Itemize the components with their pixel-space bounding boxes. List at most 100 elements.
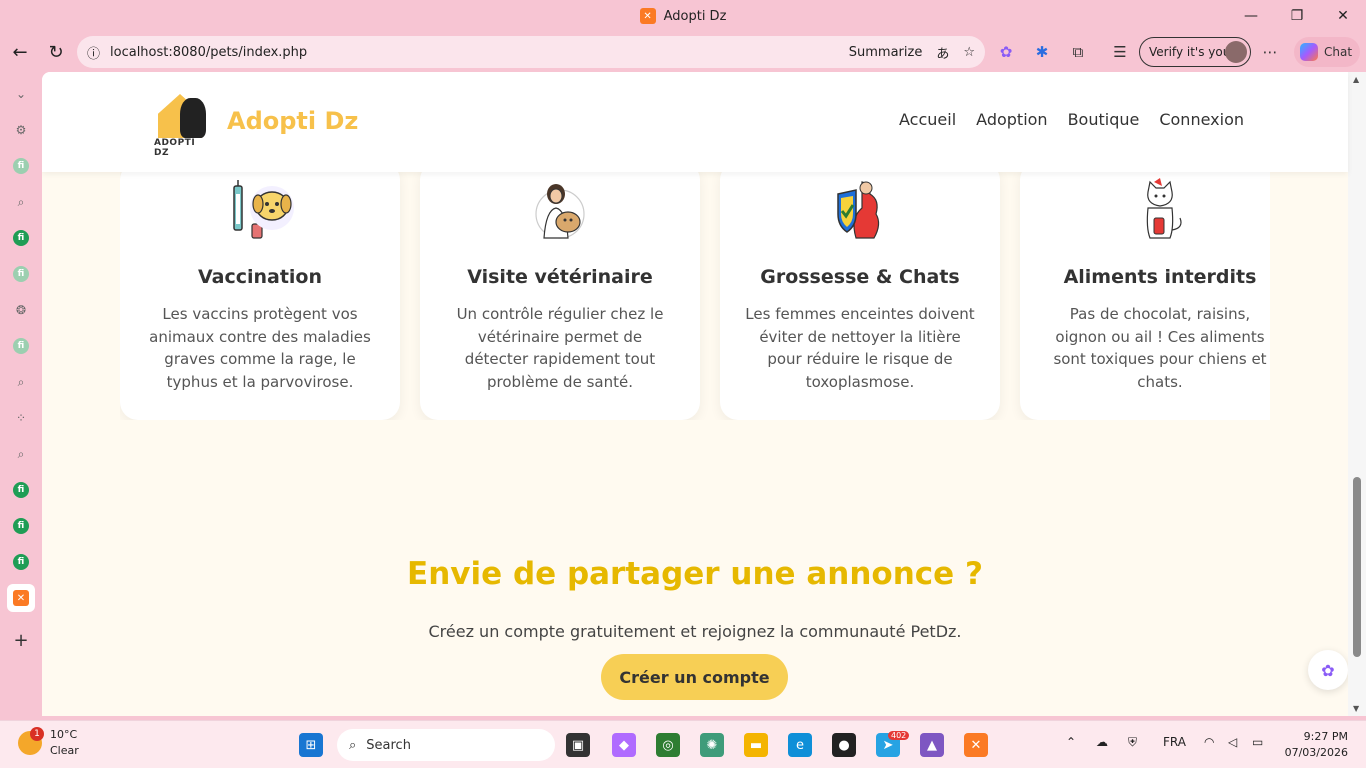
nav-boutique[interactable]: Boutique: [1068, 110, 1140, 129]
address-bar[interactable]: ⓘ localhost:8080/pets/index.php Summariz…: [77, 36, 985, 68]
pregnancy-shield-icon: [837, 181, 880, 239]
add-icon[interactable]: +: [7, 626, 35, 654]
create-account-button[interactable]: Créer un compte: [601, 654, 788, 700]
weather-widget[interactable]: 1 10°C Clear: [18, 727, 79, 759]
volume-icon[interactable]: ◁: [1228, 735, 1237, 749]
sidebar-app-2[interactable]: fi: [7, 224, 35, 252]
sidebar-app-4[interactable]: fi: [7, 332, 35, 360]
security-icon[interactable]: ⛨: [1128, 735, 1137, 750]
summarize-button[interactable]: Summarize: [849, 45, 923, 60]
card-visite-veterinaire: Visite vétérinaire Un contrôle régulier …: [420, 162, 700, 420]
vaccine-dog-icon: [233, 180, 294, 239]
more-options-icon[interactable]: ⋯: [1258, 40, 1282, 64]
chatgpt-icon[interactable]: ✺: [700, 733, 724, 757]
card-title: Aliments interdits: [1063, 266, 1257, 288]
show-hidden-icons[interactable]: ⌃: [1066, 735, 1076, 749]
cta-title: Envie de partager une annonce ?: [407, 556, 983, 592]
extension-blue-icon[interactable]: ✱: [1030, 40, 1054, 64]
card-text: Les femmes enceintes doivent éviter de n…: [745, 305, 975, 391]
sidebar-app-xampp[interactable]: ✕: [7, 584, 35, 612]
card-vaccination: Vaccination Les vaccins protègent vos an…: [120, 162, 400, 420]
language-indicator[interactable]: FRA: [1163, 735, 1186, 749]
clock[interactable]: 9:27 PM 07/03/2026: [1276, 729, 1348, 761]
site-info-icon[interactable]: ⓘ: [87, 43, 100, 62]
window-title-bar: ✕ Adopti Dz — ❐ ✕: [0, 0, 1366, 32]
sidebar-app-7[interactable]: fi: [7, 548, 35, 576]
search-icon-2[interactable]: ⌕: [7, 368, 35, 396]
card-text: Les vaccins protègent vos animaux contre…: [149, 305, 371, 391]
sidebar-app-5[interactable]: fi: [7, 476, 35, 504]
card-title: Visite vétérinaire: [467, 266, 653, 288]
weather-badge: 1: [30, 727, 44, 741]
fi-app-icon: fi: [13, 482, 29, 498]
copilot-taskbar-icon[interactable]: ◆: [612, 733, 636, 757]
start-windows-icon[interactable]: ⊞: [299, 733, 323, 757]
xampp-icon: ✕: [13, 590, 29, 606]
card-title: Vaccination: [197, 266, 323, 288]
xampp-icon: ✕: [639, 8, 656, 24]
dots-icon[interactable]: ⁘: [7, 404, 35, 432]
back-icon[interactable]: ←: [2, 36, 38, 68]
vet-visit-icon: [535, 184, 585, 239]
search-icon[interactable]: ⌕: [7, 188, 35, 216]
translate-icon[interactable]: あ: [936, 43, 949, 62]
site-brand[interactable]: Adopti Dz: [227, 107, 358, 135]
site-nav: Accueil Adoption Boutique Connexion: [899, 110, 1244, 129]
page-scrollbar[interactable]: ▲ ▼: [1348, 72, 1366, 716]
floating-assistant-icon[interactable]: ✿: [1308, 650, 1348, 690]
verify-profile-button[interactable]: Verify it's you: [1139, 37, 1251, 67]
card-text: Un contrôle régulier chez le vétérinaire…: [456, 305, 664, 391]
search-icon-3[interactable]: ⌕: [7, 440, 35, 468]
green-app-icon[interactable]: ◎: [656, 733, 680, 757]
profile-avatar: [1225, 41, 1247, 63]
favorites-icon[interactable]: ☰: [1108, 40, 1132, 64]
close-button[interactable]: ✕: [1320, 0, 1366, 32]
window-title-text: Adopti Dz: [663, 8, 727, 24]
settings-gear-icon[interactable]: ⚙: [7, 116, 35, 144]
xampp-taskbar-icon[interactable]: ✕: [964, 733, 988, 757]
nav-accueil[interactable]: Accueil: [899, 110, 956, 129]
refresh-icon[interactable]: ↻: [38, 36, 74, 68]
sidebar-app-6[interactable]: fi: [7, 512, 35, 540]
nav-connexion[interactable]: Connexion: [1159, 110, 1244, 129]
purple-app-icon[interactable]: ▲: [920, 733, 944, 757]
logo-caption: ADOPTI DZ: [154, 138, 196, 158]
search-icon: ⌕: [349, 737, 357, 753]
onedrive-icon[interactable]: ☁: [1096, 735, 1108, 749]
maximize-button[interactable]: ❐: [1274, 0, 1320, 32]
fi-app-icon: fi: [13, 338, 29, 354]
battery-icon[interactable]: ▭: [1252, 735, 1263, 749]
card-title: Grossesse & Chats: [760, 266, 960, 288]
url-text[interactable]: localhost:8080/pets/index.php: [110, 45, 307, 60]
github-icon[interactable]: ●: [832, 733, 856, 757]
scroll-up-arrow-icon[interactable]: ▲: [1353, 75, 1359, 84]
info-cards: Vaccination Les vaccins protègent vos an…: [120, 162, 1270, 420]
weather-desc: Clear: [50, 744, 79, 757]
favorite-star-icon[interactable]: ☆: [963, 45, 975, 60]
task-view-icon[interactable]: ▣: [566, 733, 590, 757]
scroll-down-arrow-icon[interactable]: ▼: [1353, 704, 1359, 713]
extension-brain-icon[interactable]: ✿: [994, 40, 1018, 64]
file-explorer-icon[interactable]: ▬: [744, 733, 768, 757]
site-logo[interactable]: ADOPTI DZ: [152, 90, 212, 158]
taskbar-search[interactable]: ⌕ Search: [337, 729, 555, 761]
fi-app-icon: fi: [13, 230, 29, 246]
openai-icon[interactable]: ❂: [7, 296, 35, 324]
sidebar-app-1[interactable]: fi: [7, 152, 35, 180]
search-placeholder: Search: [366, 737, 411, 753]
minimize-button[interactable]: —: [1228, 0, 1274, 32]
window-controls: — ❐ ✕: [1228, 0, 1366, 32]
edge-browser-icon[interactable]: e: [788, 733, 812, 757]
clock-date: 07/03/2026: [1284, 746, 1348, 759]
taskbar: 1 10°C Clear ⊞ ⌕ Search ▣ ◆ ◎ ✺ ▬ e ● ➤ …: [0, 720, 1366, 768]
weather-temp: 10°C: [50, 728, 78, 741]
sidebar-app-3[interactable]: fi: [7, 260, 35, 288]
scrollbar-thumb[interactable]: [1353, 477, 1361, 657]
nav-adoption[interactable]: Adoption: [976, 110, 1047, 129]
logo-cat-icon: [180, 98, 206, 138]
collapse-chevron-icon[interactable]: ⌄: [7, 80, 35, 108]
window-title: ✕ Adopti Dz: [639, 8, 727, 24]
copilot-chat-button[interactable]: Chat: [1294, 37, 1360, 67]
extensions-puzzle-icon[interactable]: ⧉: [1066, 40, 1090, 64]
wifi-icon[interactable]: ◠: [1204, 735, 1214, 749]
